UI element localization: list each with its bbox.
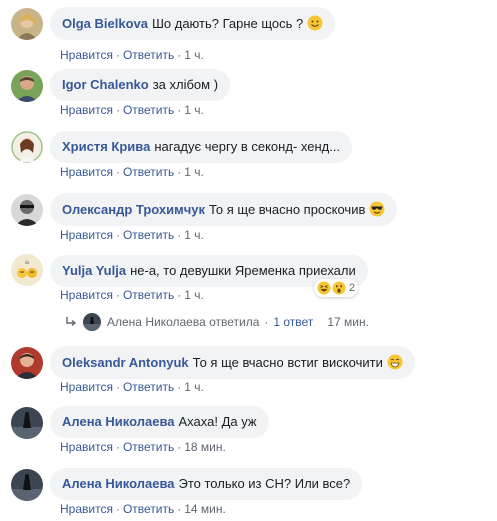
like-link[interactable]: Нравится [60, 48, 113, 62]
reply-summary-text: Алена Николаева ответила [107, 315, 260, 329]
comment-time[interactable]: 18 мин. [184, 440, 226, 454]
reaction-summary[interactable]: 2 [314, 279, 359, 297]
grinning-face-icon [387, 354, 403, 370]
like-link[interactable]: Нравится [60, 228, 113, 242]
comment-time[interactable]: 1 ч. [184, 103, 204, 117]
comment-author[interactable]: Olga Bielkova [62, 16, 148, 31]
svg-text:ilo: ilo [25, 260, 30, 265]
comment-bubble: Oleksandr Antonyuk То я ще вчасно встиг в… [50, 346, 415, 379]
comment-bubble: Олександр Трохимчук То я ще вчасно проско… [50, 193, 398, 226]
comment-author[interactable]: Христя Крива [62, 139, 150, 154]
comment-text: Это только из СН? Или все? [178, 476, 351, 491]
comment-actions: Нравится · Ответить · 1 ч. [60, 103, 204, 117]
reply-time: 17 мин. [327, 315, 369, 329]
like-link[interactable]: Нравится [60, 502, 113, 516]
reply-arrow-icon [66, 317, 77, 327]
avatar[interactable]: ilo [11, 254, 43, 286]
reply-link[interactable]: Ответить [123, 502, 174, 516]
reply-count[interactable]: 1 ответ [273, 315, 313, 329]
comment-author[interactable]: Yulja Yulja [62, 263, 126, 278]
comment-actions: Нравится · Ответить · 1 ч. [60, 48, 204, 62]
comment-text: Ахаха! Да уж [178, 414, 257, 429]
avatar[interactable] [11, 70, 43, 102]
comment-author[interactable]: Алена Николаева [62, 476, 175, 491]
like-link[interactable]: Нравится [60, 103, 113, 117]
smiling-face-icon [307, 15, 323, 31]
reply-link[interactable]: Ответить [123, 440, 174, 454]
comment-time[interactable]: 1 ч. [184, 228, 204, 242]
avatar[interactable] [11, 469, 43, 501]
comment-actions: Нравится · Ответить · 1 ч. [60, 380, 204, 394]
comment-actions: Нравится · Ответить · 1 ч. [60, 165, 204, 179]
reply-link[interactable]: Ответить [123, 165, 174, 179]
avatar[interactable] [11, 407, 43, 439]
reply-link[interactable]: Ответить [123, 288, 174, 302]
avatar[interactable] [11, 131, 43, 163]
like-link[interactable]: Нравится [60, 440, 113, 454]
comment-time[interactable]: 1 ч. [184, 288, 204, 302]
comment-bubble: Христя Крива нагадує чергу в секонд- хенд… [50, 131, 353, 163]
comment-text: То я ще вчасно встиг вискочити [192, 355, 383, 370]
sunglasses-face-icon [369, 201, 385, 217]
view-replies-link[interactable]: Алена Николаева ответила · 1 ответ 17 мин. [65, 313, 369, 331]
comment-bubble: Olga Bielkova Шо дають? Гарне щось ? [50, 7, 336, 40]
comment-text: То я ще вчасно проскочив [209, 202, 366, 217]
comment-text: не-а, то девушки Яременка приехали [130, 263, 356, 278]
reply-link[interactable]: Ответить [123, 103, 174, 117]
comment-author[interactable]: Oleksandr Antonyuk [62, 355, 189, 370]
comment-actions: Нравится · Ответить · 14 мин. [60, 502, 226, 516]
haha-react-icon [317, 281, 331, 295]
comment-text: за хлібом ) [152, 77, 219, 92]
comment-author[interactable]: Олександр Трохимчук [62, 202, 205, 217]
comment-time[interactable]: 1 ч. [184, 48, 204, 62]
comment-actions: Нравится · Ответить · 1 ч. [60, 288, 204, 302]
comment-bubble: Алена Николаева Ахаха! Да уж [50, 406, 269, 438]
comment-text: нагадує чергу в секонд- хенд... [154, 139, 341, 154]
avatar[interactable] [11, 347, 43, 379]
comment-time[interactable]: 14 мин. [184, 502, 226, 516]
avatar [83, 313, 101, 331]
reaction-count: 2 [349, 282, 356, 294]
like-link[interactable]: Нравится [60, 288, 113, 302]
avatar[interactable] [11, 8, 43, 40]
comment-time[interactable]: 1 ч. [184, 165, 204, 179]
avatar[interactable] [11, 194, 43, 226]
comment-text: Шо дають? Гарне щось ? [151, 16, 304, 31]
comment-author[interactable]: Igor Chalenko [62, 77, 149, 92]
reply-link[interactable]: Ответить [123, 228, 174, 242]
comment-actions: Нравится · Ответить · 1 ч. [60, 228, 204, 242]
comment-author[interactable]: Алена Николаева [62, 414, 175, 429]
comment-bubble: Алена Николаева Это только из СН? Или все… [50, 468, 363, 500]
reply-link[interactable]: Ответить [123, 380, 174, 394]
like-link[interactable]: Нравится [60, 380, 113, 394]
wow-react-icon [332, 281, 346, 295]
comment-actions: Нравится · Ответить · 18 мин. [60, 440, 226, 454]
reply-link[interactable]: Ответить [123, 48, 174, 62]
comment-time[interactable]: 1 ч. [184, 380, 204, 394]
comment-bubble: Igor Chalenko за хлібом ) [50, 69, 231, 101]
like-link[interactable]: Нравится [60, 165, 113, 179]
